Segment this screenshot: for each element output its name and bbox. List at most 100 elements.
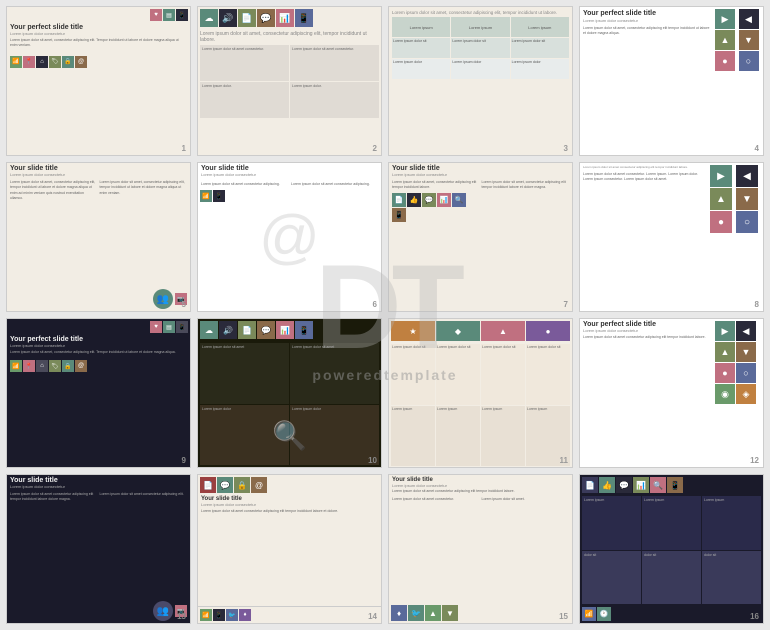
s4-icon3: ▲ bbox=[715, 30, 735, 50]
s12-i5: ● bbox=[715, 363, 735, 383]
slide-16[interactable]: 📄 👍 💬 📊 🔍 📱 Lorem ipsum Lorem ipsum Lore… bbox=[579, 474, 764, 624]
slide-12-number: 12 bbox=[750, 456, 759, 465]
slide-7[interactable]: Your slide title Lorem ipsum dolor conse… bbox=[388, 162, 573, 312]
s16-i1: 📄 bbox=[582, 477, 598, 493]
s4-sub: Lorem ipsum dolor consectetur bbox=[583, 18, 710, 23]
s5-col1: Lorem ipsum dolor sit amet, consectetur … bbox=[10, 180, 98, 286]
s7-title: Your slide title bbox=[392, 165, 569, 172]
s9-sub: Lorem ipsum dolor consectetur bbox=[10, 343, 187, 348]
s13-sub: Lorem ipsum dolor consectetur bbox=[10, 484, 187, 489]
slide-2-number: 2 bbox=[373, 144, 377, 153]
slide-11[interactable]: ★ ◆ ▲ ● Lorem ipsum dolor sit Lorem ipsu… bbox=[388, 318, 573, 468]
s15-col2: Lorem ipsum dolor sit amet. bbox=[482, 497, 570, 602]
s3-cell5: Lorem ipsum dolor sit bbox=[451, 38, 509, 58]
slide-9[interactable]: ♥ ▤ 📱 Your perfect slide title Lorem ips… bbox=[6, 318, 191, 468]
s14-i4: @ bbox=[251, 477, 267, 493]
s11-head1: ★ bbox=[391, 321, 435, 341]
s7-icon3: 💬 bbox=[422, 193, 436, 207]
s8-icon2: ◀ bbox=[736, 165, 758, 187]
icon-tag: 🏷 bbox=[49, 56, 61, 68]
s10-search-icon: 🔍 bbox=[272, 419, 307, 452]
slide-3-number: 3 bbox=[564, 144, 568, 153]
s9-bi3: ⌂ bbox=[36, 360, 48, 372]
s15-col1: Lorem ipsum dolor sit amet consectetur. bbox=[392, 497, 480, 602]
s6-icon2: 📱 bbox=[213, 190, 225, 202]
s11-head2: ◆ bbox=[436, 321, 480, 341]
slide-6[interactable]: @ Your slide title Lorem ipsum dolor con… bbox=[197, 162, 382, 312]
s6-text2: Lorem ipsum dolor sit amet consectetur a… bbox=[290, 181, 379, 187]
slide-1[interactable]: ♥ ▤ 📱 Your perfect slide title Lorem ips… bbox=[6, 6, 191, 156]
s14-body: Lorem ipsum dolor sit amet consectetur a… bbox=[201, 509, 378, 514]
s9-bi4: 🏷 bbox=[49, 360, 61, 372]
s16-bi2: 🕐 bbox=[597, 607, 611, 621]
s9-bi2: 📍 bbox=[23, 360, 35, 372]
slide-8[interactable]: Lorem ipsum dolor sit amet consectetur a… bbox=[579, 162, 764, 312]
s12-sub: Lorem ipsum dolor consectetur bbox=[583, 328, 710, 333]
slide-grid: ♥ ▤ 📱 Your perfect slide title Lorem ips… bbox=[0, 0, 770, 630]
s15-bi1: ♦ bbox=[391, 605, 407, 621]
slide-12[interactable]: Your perfect slide title Lorem ipsum dol… bbox=[579, 318, 764, 468]
s12-body: Lorem ipsum dolor sit amet consectetur a… bbox=[583, 335, 710, 340]
s11-head4: ● bbox=[526, 321, 570, 341]
slide-1-body: Lorem ipsum dolor sit amet, consectetur … bbox=[7, 37, 190, 50]
s10-icon1: ☁ bbox=[200, 321, 218, 339]
s16-i2: 👍 bbox=[599, 477, 615, 493]
s10-icon5: 📊 bbox=[276, 321, 294, 339]
icon-pin: 📍 bbox=[23, 56, 35, 68]
s16-bi1: 📶 bbox=[582, 607, 596, 621]
s4-icon5: ● bbox=[715, 51, 735, 71]
s5-sub: Lorem ipsum dolor consectetur bbox=[10, 172, 187, 177]
slide-13[interactable]: Your slide title Lorem ipsum dolor conse… bbox=[6, 474, 191, 624]
s3-cell7: Lorem ipsum dolor bbox=[392, 59, 450, 79]
s3-intro: Lorem ipsum dolor sit amet, consectetur … bbox=[392, 10, 569, 15]
s3-cell9: Lorem ipsum dolor bbox=[511, 59, 569, 79]
slide-4-number: 4 bbox=[755, 144, 759, 153]
slide-10[interactable]: ☁ 🔊 📄 💬 📊 📱 Lorem ipsum dolor sit amet L… bbox=[197, 318, 382, 468]
icon-wifi: 📶 bbox=[10, 56, 22, 68]
s2-body: Lorem ipsum dolor sit amet, consectetur … bbox=[200, 31, 379, 43]
slide-3[interactable]: Lorem ipsum dolor sit amet, consectetur … bbox=[388, 6, 573, 156]
s10-icon3: 📄 bbox=[238, 321, 256, 339]
s7-icon5: 🔍 bbox=[452, 193, 466, 207]
s10-icon6: 📱 bbox=[295, 321, 313, 339]
slide-15[interactable]: Your slide title Lorem ipsum dolor conse… bbox=[388, 474, 573, 624]
s12-i3: ▲ bbox=[715, 342, 735, 362]
s14-bi4: ♦ bbox=[239, 609, 251, 621]
s11-c4: Lorem ipsum dolor sit bbox=[526, 344, 570, 405]
s7-icon1: 📄 bbox=[392, 193, 406, 207]
s10-icon4: 💬 bbox=[257, 321, 275, 339]
slide-5-number: 5 bbox=[182, 300, 186, 309]
s3-cell3: Lorem ipsum bbox=[511, 17, 569, 37]
s9-bi5: 🔒 bbox=[62, 360, 74, 372]
s16-c6: dolor sit bbox=[702, 551, 761, 605]
s7-sub: Lorem ipsum dolor consectetur bbox=[392, 172, 569, 177]
s2-icon-chart: 📊 bbox=[276, 9, 294, 27]
s13-col1: Lorem ipsum dolor sit amet consectetur a… bbox=[10, 492, 98, 598]
s11-c6: Lorem ipsum bbox=[436, 406, 480, 467]
s16-i5: 🔍 bbox=[650, 477, 666, 493]
slide-6-number: 6 bbox=[373, 300, 377, 309]
s2-cell4: Lorem ipsum dolor. bbox=[290, 82, 379, 118]
s6-icon1: 📶 bbox=[200, 190, 212, 202]
s3-cell2: Lorem ipsum bbox=[451, 17, 509, 37]
s4-title: Your perfect slide title bbox=[583, 10, 710, 17]
s13-col2: Lorem ipsum dolor sit amet consectetur a… bbox=[100, 492, 188, 598]
s5-avatar: 👥 bbox=[153, 289, 173, 309]
icon-phone: 📱 bbox=[176, 9, 188, 21]
s12-i6: ○ bbox=[736, 363, 756, 383]
slide-2[interactable]: ☁ 🔊 📄 💬 📊 📱 Lorem ipsum dolor sit amet, … bbox=[197, 6, 382, 156]
s9-bi6: @ bbox=[75, 360, 87, 372]
slide-5[interactable]: Your slide title Lorem ipsum dolor conse… bbox=[6, 162, 191, 312]
s2-cell1: Lorem ipsum dolor sit amet consectetur. bbox=[200, 45, 289, 81]
s5-title: Your slide title bbox=[10, 165, 187, 172]
s10-icon2: 🔊 bbox=[219, 321, 237, 339]
slide-4[interactable]: Your perfect slide title Lorem ipsum dol… bbox=[579, 6, 764, 156]
slide-8-number: 8 bbox=[755, 300, 759, 309]
s13-avatar: 👥 bbox=[153, 601, 173, 621]
s16-c3: Lorem ipsum bbox=[702, 496, 761, 550]
s12-i1: ▶ bbox=[715, 321, 735, 341]
slide-14[interactable]: 📄 💬 🔒 @ Your slide title Lorem ipsum dol… bbox=[197, 474, 382, 624]
icon-lock: 🔒 bbox=[62, 56, 74, 68]
s5-col2: Lorem ipsum dolor sit amet, consectetur … bbox=[100, 180, 188, 286]
slide-9-number: 9 bbox=[182, 456, 186, 465]
